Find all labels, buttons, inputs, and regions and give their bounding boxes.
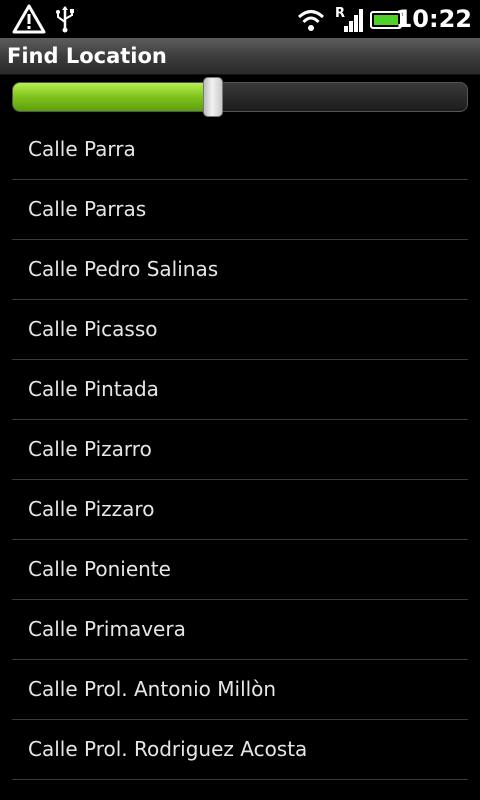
slider-thumb[interactable]	[202, 77, 223, 117]
location-label: Calle Primavera	[28, 617, 186, 641]
list-item[interactable]: Calle Pedro Salinas	[12, 240, 468, 300]
list-item[interactable]: Calle Pintada	[12, 360, 468, 420]
location-label: Calle Pizarro	[28, 437, 152, 461]
slider-fill	[13, 83, 215, 111]
usb-icon	[56, 6, 74, 33]
location-label: Calle Pedro Salinas	[28, 257, 219, 281]
list-item[interactable]: Calle Prol. Antonio Millòn	[12, 660, 468, 720]
roaming-icon: R	[335, 6, 345, 21]
status-bar: R 10:22	[0, 0, 480, 38]
list-item[interactable]: Calle Poniente	[12, 540, 468, 600]
location-label: Calle Poniente	[28, 557, 171, 581]
list-item[interactable]: Calle Parra	[12, 120, 468, 180]
location-label: Calle Parra	[28, 137, 136, 161]
location-label: Calle Prol. Rodriguez Acosta	[28, 737, 308, 761]
location-label: Calle Prol. Antonio Millòn	[28, 677, 277, 701]
location-label: Calle Picasso	[28, 317, 158, 341]
list-item[interactable]: Calle Parras	[12, 180, 468, 240]
wifi-icon	[297, 10, 325, 31]
page-title: Find Location	[7, 44, 167, 68]
location-label: Calle Parras	[28, 197, 147, 221]
list-item[interactable]: Calle Prol. Rodriguez Acosta	[12, 720, 468, 780]
location-label: Calle Pintada	[28, 377, 159, 401]
zoom-slider[interactable]	[12, 82, 468, 112]
location-list: Calle Parra Calle Parras Calle Pedro Salin…	[12, 120, 468, 780]
title-bar: Find Location	[0, 38, 480, 75]
list-item[interactable]: Calle Primavera	[12, 600, 468, 660]
signal-icon: R	[335, 6, 363, 32]
status-time: 10:22	[395, 5, 472, 33]
warning-icon	[12, 4, 46, 34]
list-item[interactable]: Calle Pizarro	[12, 420, 468, 480]
list-item[interactable]: Calle Picasso	[12, 300, 468, 360]
list-item[interactable]: Calle Pizzaro	[12, 480, 468, 540]
location-label: Calle Pizzaro	[28, 497, 155, 521]
